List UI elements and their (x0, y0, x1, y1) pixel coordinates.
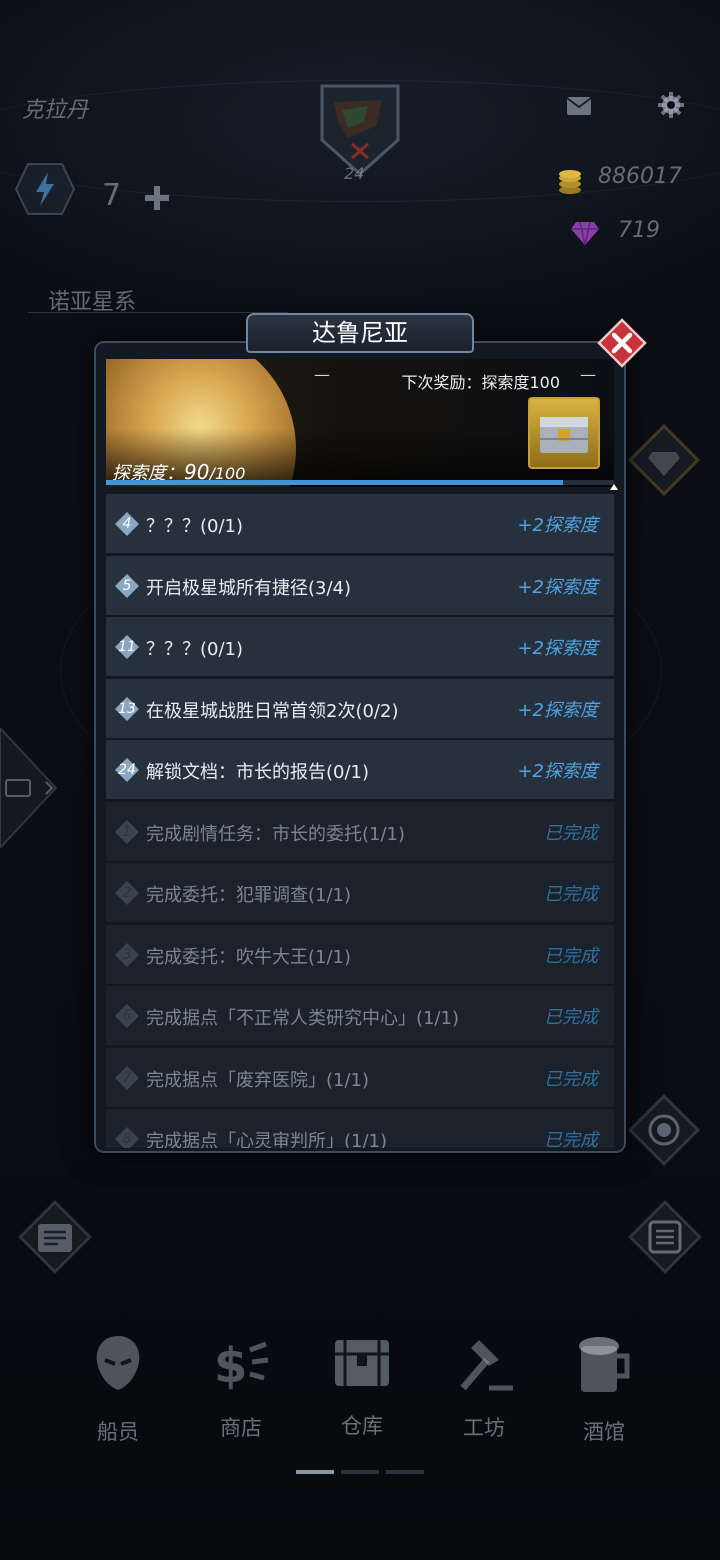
reward-chest-icon[interactable] (528, 397, 600, 469)
task-description: 解锁文档：市长的报告(0/1) (146, 762, 370, 783)
task-reward: +2探索度 (517, 638, 598, 659)
coin-icon (559, 170, 581, 194)
nav-crew[interactable]: 船员 (58, 1320, 178, 1470)
exploration-progress-bar (106, 480, 614, 485)
task-row[interactable]: 1 完成剧情任务：市长的委托(1/1) 已完成 (106, 801, 614, 862)
task-list[interactable]: 4 ？？？(0/1) +2探索度 5 开启极星城所有捷径(3/4) +2探索度 11 ？？？(… (106, 494, 614, 1148)
page-dot (296, 1470, 334, 1474)
notice-board-icon[interactable] (18, 1200, 92, 1274)
task-row[interactable]: 2 完成委托：犯罪调查(1/1) 已完成 (106, 863, 614, 923)
warehouse-icon (335, 1340, 389, 1386)
task-row[interactable]: 7 完成据点「废弃医院」(1/1) 已完成 (106, 1047, 614, 1108)
chat-icon[interactable] (0, 728, 60, 848)
exploration-progress-fill (106, 480, 564, 485)
task-row[interactable]: 4 ？？？(0/1) +2探索度 (106, 494, 614, 554)
gear-icon[interactable] (658, 92, 684, 118)
diamond-shop-icon[interactable] (628, 424, 700, 496)
task-row[interactable]: 5 开启极星城所有捷径(3/4) +2探索度 (106, 555, 614, 616)
task-description: 完成委托：吹牛大王(1/1) (146, 946, 352, 968)
task-number: 4 (122, 516, 132, 532)
location-title: 克拉丹 (22, 98, 89, 123)
task-description: 在极星城战胜日常首领2次(0/2) (146, 700, 399, 722)
task-description: 完成据点「废弃医院」(1/1) (146, 1069, 370, 1091)
task-description: ？？？(0/1) (146, 639, 244, 660)
task-description: 完成据点「心灵审判所」(1/1) (146, 1131, 388, 1148)
add-energy-icon[interactable] (142, 183, 172, 213)
bottom-navigation: 船员 $ 商店 仓库 工坊 酒馆 (0, 1320, 720, 1490)
task-completed-label: 已完成 (544, 822, 598, 844)
task-row[interactable]: 24 解锁文档：市长的报告(0/1) +2探索度 (106, 740, 614, 800)
planet-banner: — 下次奖励：探索度100 — 探索度：90/100 (106, 359, 614, 487)
nav-crew-label: 船员 (97, 1420, 139, 1444)
energy-count: 7 (102, 178, 122, 213)
task-completed-label: 已完成 (544, 1068, 598, 1090)
task-completed-label: 已完成 (544, 884, 598, 905)
task-number: 5 (122, 577, 132, 594)
nav-workshop-label: 工坊 (463, 1416, 505, 1440)
task-reward: +2探索度 (517, 761, 598, 782)
task-description: 完成委托：犯罪调查(1/1) (146, 885, 352, 906)
coin-balance: 886017 (598, 164, 682, 189)
crew-icon (96, 1336, 140, 1390)
task-description: 完成据点「不正常人类研究中心」(1/1) (146, 1008, 460, 1029)
task-row[interactable]: 13 在极星城战胜日常首领2次(0/2) +2探索度 (106, 678, 614, 739)
task-reward: +2探索度 (517, 515, 598, 536)
energy-icon (14, 163, 76, 215)
task-number: 6 (122, 1008, 132, 1024)
task-list-icon[interactable] (628, 1200, 702, 1274)
task-number: 2 (122, 885, 132, 901)
mail-icon[interactable] (566, 96, 592, 116)
task-number: 1 (122, 823, 132, 840)
nav-tavern[interactable]: 酒馆 (544, 1320, 664, 1470)
orbit-icon[interactable] (628, 1094, 700, 1166)
next-reward-label: 下次奖励：探索度100 (401, 373, 560, 392)
task-number: 8 (122, 1131, 132, 1147)
task-number: 11 (118, 639, 136, 655)
task-row[interactable]: 8 完成据点「心灵审判所」(1/1) 已完成 (106, 1109, 614, 1148)
nav-workshop[interactable]: 工坊 (424, 1320, 544, 1470)
nav-shop[interactable]: $ 商店 (181, 1320, 301, 1470)
nav-warehouse-label: 仓库 (341, 1414, 383, 1438)
task-completed-label: 已完成 (544, 945, 598, 967)
page-dot (386, 1470, 424, 1474)
workshop-icon (460, 1340, 513, 1391)
gem-icon (571, 221, 599, 246)
task-row[interactable]: 6 完成据点「不正常人类研究中心」(1/1) 已完成 (106, 986, 614, 1046)
task-reward: +2探索度 (517, 576, 598, 598)
svg-text:$: $ (214, 1338, 247, 1394)
task-reward: +2探索度 (517, 699, 598, 721)
player-level: 24 (344, 164, 365, 183)
progress-marker (610, 484, 618, 490)
task-number: 3 (122, 946, 132, 963)
shop-icon: $ (214, 1338, 269, 1394)
task-completed-label: 已完成 (544, 1007, 598, 1028)
chest-icon (540, 417, 588, 453)
nav-tavern-label: 酒馆 (583, 1420, 625, 1444)
task-number: 24 (118, 762, 136, 778)
task-completed-label: 已完成 (544, 1130, 598, 1148)
divider (28, 312, 288, 313)
page-indicator (296, 1470, 426, 1476)
task-description: 开启极星城所有捷径(3/4) (146, 577, 352, 599)
task-description: ？？？(0/1) (146, 516, 244, 537)
task-row[interactable]: 3 完成委托：吹牛大王(1/1) 已完成 (106, 924, 614, 985)
task-row[interactable]: 11 ？？？(0/1) +2探索度 (106, 617, 614, 677)
task-number: 7 (122, 1069, 132, 1086)
page-dot (341, 1470, 379, 1474)
task-number: 13 (118, 700, 136, 717)
tavern-icon (579, 1337, 630, 1392)
nav-shop-label: 商店 (220, 1416, 262, 1440)
dialog-title: 达鲁尼亚 (246, 313, 474, 353)
task-description: 完成剧情任务：市长的委托(1/1) (146, 823, 406, 845)
nav-warehouse[interactable]: 仓库 (302, 1320, 422, 1470)
gem-balance: 719 (618, 218, 660, 243)
